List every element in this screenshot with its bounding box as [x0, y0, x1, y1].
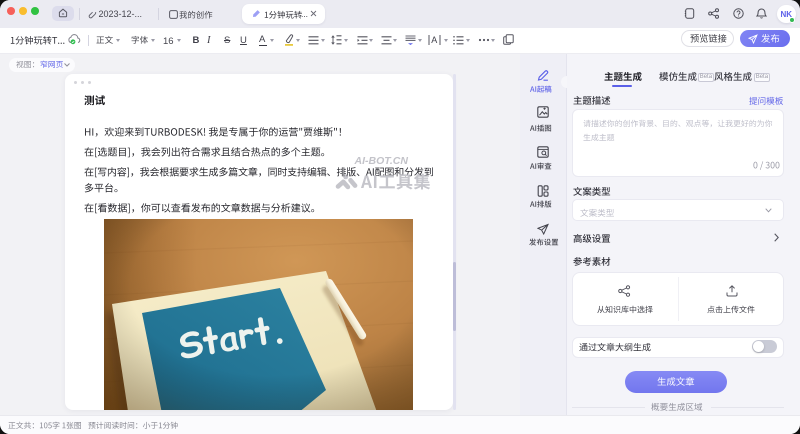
svg-text:A: A	[431, 35, 437, 45]
